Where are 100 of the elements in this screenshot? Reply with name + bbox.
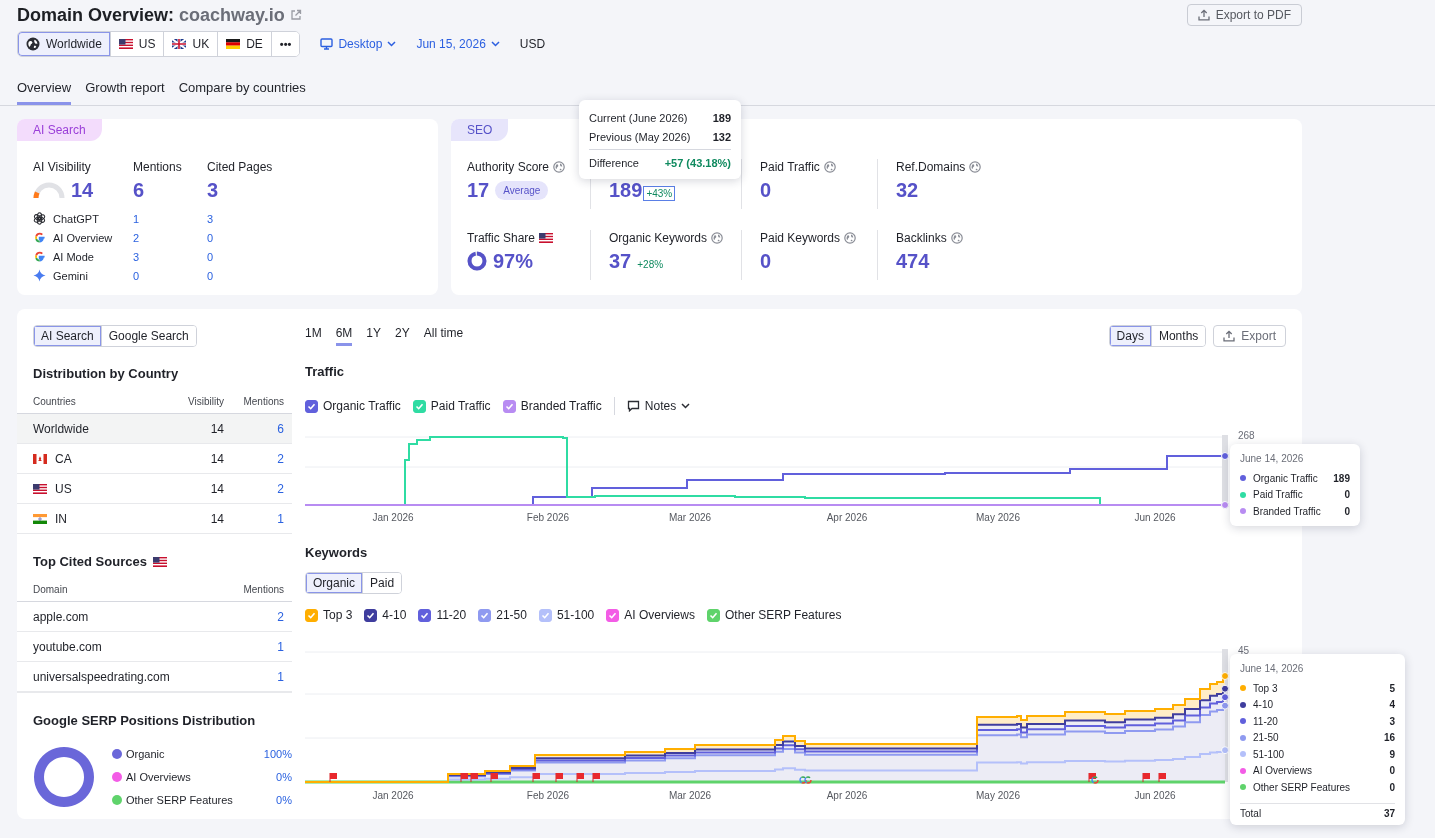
metric-value: 32 bbox=[896, 178, 919, 202]
tooltip-date: June 14, 2026 bbox=[1240, 663, 1305, 674]
cited-pages-link[interactable]: 3 bbox=[207, 212, 422, 225]
change-label: +28% bbox=[637, 259, 664, 270]
mentions-link[interactable]: 3 bbox=[133, 250, 207, 263]
toggle-button[interactable]: Paid bbox=[362, 573, 402, 593]
flag-marker-icon[interactable] bbox=[1158, 772, 1166, 783]
notes-dropdown[interactable]: Notes bbox=[626, 399, 691, 413]
flag-marker-icon[interactable] bbox=[1088, 772, 1096, 783]
donut-chart-drawing bbox=[33, 745, 95, 808]
mentions-link[interactable]: 1 bbox=[133, 212, 207, 225]
more-button[interactable]: ••• bbox=[270, 32, 300, 56]
column-header: Visibility bbox=[187, 396, 224, 407]
external-link-icon[interactable] bbox=[289, 9, 302, 21]
mentions-link[interactable]: 1 bbox=[224, 669, 284, 684]
period-tab[interactable]: All time bbox=[423, 326, 464, 346]
period-tab[interactable]: 1M bbox=[305, 326, 322, 346]
legend-toggle[interactable]: 4-10 bbox=[364, 608, 407, 622]
change-badge: +43% bbox=[643, 186, 676, 201]
flag-marker-icon[interactable] bbox=[1142, 772, 1150, 783]
legend-toggle[interactable]: 51-100 bbox=[538, 608, 595, 622]
table-row[interactable]: IN 14 1 bbox=[17, 504, 292, 534]
flag-marker-icon[interactable] bbox=[532, 772, 540, 783]
toggle-button[interactable]: Days bbox=[1109, 326, 1151, 346]
axis-label: Jan 2026 bbox=[372, 512, 414, 523]
period-tab[interactable]: 2Y bbox=[395, 326, 410, 346]
legend-toggle[interactable]: 11-20 bbox=[418, 608, 467, 622]
table-row[interactable]: CA 14 2 bbox=[17, 444, 292, 474]
legend-toggle[interactable]: Organic Traffic bbox=[305, 399, 401, 413]
legend-toggle[interactable]: Top 3 bbox=[305, 608, 353, 622]
tooltip-value: 5 bbox=[1389, 682, 1395, 694]
caret-icon bbox=[387, 41, 397, 47]
table-row[interactable]: Worldwide 14 6 bbox=[17, 414, 292, 444]
flag-icon bbox=[539, 232, 554, 243]
knot-icon bbox=[33, 212, 46, 225]
toggle-button[interactable]: Google Search bbox=[100, 326, 196, 346]
mentions-link[interactable]: 6 bbox=[224, 421, 284, 436]
flag-marker-icon[interactable] bbox=[576, 772, 584, 783]
legend-toggle[interactable]: Paid Traffic bbox=[412, 399, 491, 413]
flag-icon bbox=[118, 39, 133, 49]
google-marker-icon[interactable] bbox=[799, 776, 807, 784]
axis-label: May 2026 bbox=[976, 790, 1020, 801]
date-dropdown[interactable]: Jun 15, 2026 bbox=[416, 37, 500, 51]
legend-toggle[interactable]: Branded Traffic bbox=[502, 399, 602, 413]
tooltip-value: 0 bbox=[1344, 505, 1350, 517]
flag-marker-icon[interactable] bbox=[329, 772, 337, 783]
google-icon bbox=[33, 231, 46, 244]
legend-toggle[interactable]: Other SERP Features bbox=[706, 608, 842, 622]
globe-icon bbox=[844, 231, 857, 244]
export-button[interactable]: Export bbox=[1213, 325, 1286, 347]
source-name: ChatGPT bbox=[53, 212, 99, 225]
period-tab[interactable]: 1Y bbox=[366, 326, 382, 346]
metric-label: Paid Keywords bbox=[760, 230, 841, 245]
tab[interactable]: Compare by countries bbox=[178, 80, 306, 105]
google-marker-icon[interactable] bbox=[1091, 776, 1099, 784]
caret-icon bbox=[681, 403, 691, 409]
axis-label: Apr 2026 bbox=[826, 512, 868, 523]
sparkle-icon bbox=[33, 269, 46, 282]
legend-toggle[interactable]: 21-50 bbox=[478, 608, 527, 622]
flag-marker-icon[interactable] bbox=[555, 772, 563, 783]
metric-value: 0 bbox=[760, 249, 772, 273]
toggle-button[interactable]: Months bbox=[1150, 326, 1206, 346]
mentions-link[interactable]: 2 bbox=[224, 481, 284, 496]
cited-pages-link[interactable]: 0 bbox=[207, 250, 422, 263]
mentions-link[interactable]: 2 bbox=[133, 231, 207, 244]
monitor-icon bbox=[320, 38, 334, 50]
toggle-button[interactable]: Organic bbox=[306, 573, 363, 593]
mentions-link[interactable]: 2 bbox=[224, 451, 284, 466]
flag-marker-icon[interactable] bbox=[460, 772, 468, 783]
legend-toggle[interactable]: AI Overviews bbox=[606, 608, 695, 622]
period-tab[interactable]: 6M bbox=[335, 326, 353, 346]
region-button[interactable]: Worldwide bbox=[18, 32, 110, 56]
flag-marker-icon[interactable] bbox=[592, 772, 600, 783]
device-dropdown[interactable]: Desktop bbox=[320, 37, 397, 51]
tooltip-label: Other SERP Features bbox=[1253, 781, 1352, 793]
mentions-link[interactable]: 2 bbox=[224, 609, 284, 624]
table-cell: Worldwide bbox=[33, 421, 89, 436]
tab[interactable]: Overview bbox=[17, 80, 72, 105]
table-row[interactable]: US 14 2 bbox=[17, 474, 292, 504]
google-marker-icon[interactable] bbox=[804, 776, 812, 784]
cited-pages-link[interactable]: 0 bbox=[207, 231, 422, 244]
score-tag: Average bbox=[495, 180, 549, 200]
mentions-link[interactable]: 1 bbox=[224, 511, 284, 526]
mentions-link[interactable]: 1 bbox=[224, 639, 284, 654]
table-cell: IN bbox=[55, 511, 67, 526]
flag-marker-icon[interactable] bbox=[490, 772, 498, 783]
table-cell-text: 14 bbox=[209, 511, 224, 526]
flag-marker-icon[interactable] bbox=[470, 772, 478, 783]
tooltip-value: 3 bbox=[1389, 715, 1395, 727]
tooltip-label: Difference bbox=[589, 156, 639, 169]
cited-pages-link[interactable]: 0 bbox=[207, 269, 422, 282]
tab[interactable]: Growth report bbox=[85, 80, 165, 105]
export-pdf-button[interactable]: Export to PDF bbox=[1186, 4, 1302, 26]
legend-value: 0% bbox=[276, 770, 292, 783]
metric-label: Paid Traffic bbox=[760, 159, 820, 174]
section-badge: AI Search bbox=[17, 119, 102, 141]
toggle-button[interactable]: AI Search bbox=[34, 326, 101, 346]
axis-label: 45 bbox=[1238, 645, 1250, 656]
mentions-link[interactable]: 0 bbox=[133, 269, 207, 282]
metric-label: Authority Score bbox=[467, 159, 550, 174]
